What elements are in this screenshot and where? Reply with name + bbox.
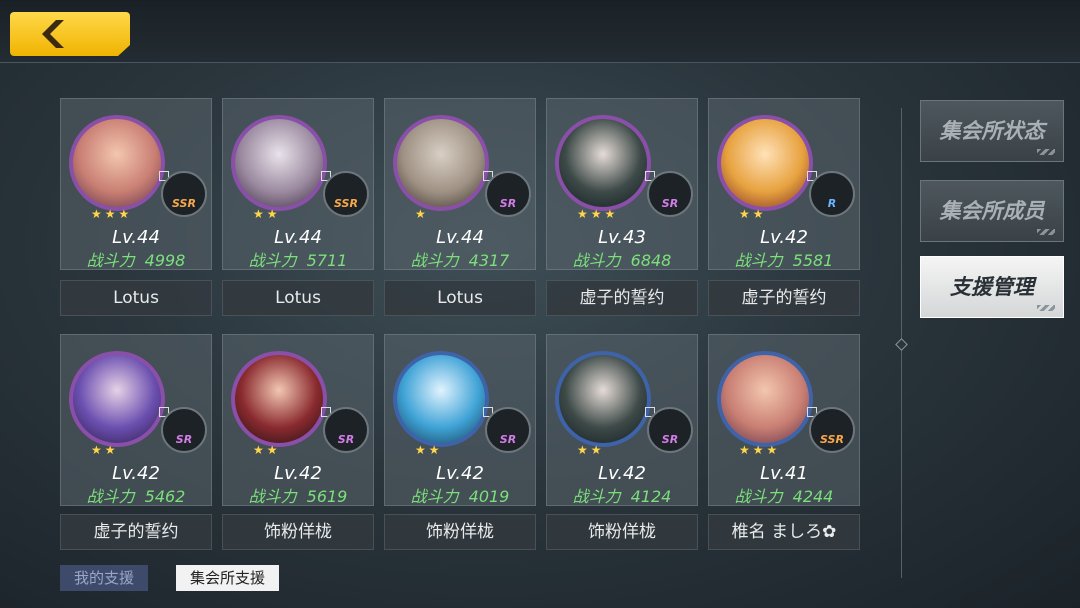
support-grid: SSR ★★★ Lv.44 战斗力 4998 SSR ★★ Lv.44 战斗力 57… (60, 98, 860, 558)
level-label: Lv.44 (112, 227, 160, 248)
owner-name: 虚子的誓约 (708, 280, 860, 316)
star-rating: ★★ (415, 443, 443, 457)
avatar (231, 115, 327, 211)
chevron-left-icon (42, 20, 64, 48)
power-row: 战斗力 5581 (734, 251, 834, 270)
power-row: 战斗力 4317 (410, 251, 510, 270)
level-label: Lv.44 (436, 227, 484, 248)
level-label: Lv.42 (274, 463, 322, 484)
unit-card[interactable]: R ★★ Lv.42 战斗力 5581 (708, 98, 860, 270)
weapon-icon: SR (485, 407, 531, 453)
weapon-icon: R (809, 171, 855, 217)
weapon-icon: SR (323, 407, 369, 453)
owner-name: 饰粉佯栊 (384, 514, 536, 550)
star-rating: ★★★ (739, 443, 781, 457)
power-row: 战斗力 6848 (572, 251, 672, 270)
star-rating: ★ (415, 207, 429, 221)
level-label: Lv.41 (760, 463, 808, 484)
star-rating: ★★ (253, 207, 281, 221)
power-row: 战斗力 4019 (410, 487, 510, 506)
unit-card[interactable]: SR ★★★ Lv.43 战斗力 6848 (546, 98, 698, 270)
avatar (231, 351, 327, 447)
owner-name: Lotus (384, 280, 536, 316)
avatar (69, 351, 165, 447)
star-rating: ★★ (577, 443, 605, 457)
unit-card[interactable]: SR ★★ Lv.42 战斗力 4124 (546, 334, 698, 506)
top-bar (0, 0, 1080, 63)
owner-name: 椎名 ましろ✿ (708, 514, 860, 550)
my-support-tab[interactable]: 我的支援 (60, 565, 149, 591)
stripe-decoration (1037, 305, 1055, 311)
level-label: Lv.43 (598, 227, 646, 248)
power-row: 战斗力 5462 (86, 487, 186, 506)
weapon-icon: SR (161, 407, 207, 453)
owner-name: 虚子的誓约 (60, 514, 212, 550)
weapon-icon: SR (647, 171, 693, 217)
weapon-icon: SSR (161, 171, 207, 217)
avatar (393, 351, 489, 447)
star-rating: ★★ (253, 443, 281, 457)
star-rating: ★★ (91, 443, 119, 457)
avatar (717, 351, 813, 447)
stripe-decoration (1037, 229, 1055, 235)
support-management-tab[interactable]: 支援管理 (920, 256, 1064, 318)
hall-status-label: 集会所状态 (939, 119, 1045, 143)
unit-card[interactable]: SSR ★★ Lv.44 战斗力 5711 (222, 98, 374, 270)
support-management-label: 支援管理 (950, 275, 1034, 299)
level-label: Lv.42 (436, 463, 484, 484)
avatar (69, 115, 165, 211)
star-rating: ★★★ (577, 207, 619, 221)
power-row: 战斗力 5619 (248, 487, 348, 506)
unit-card[interactable]: SR ★★ Lv.42 战斗力 5462 (60, 334, 212, 506)
level-label: Lv.42 (760, 227, 808, 248)
level-label: Lv.42 (598, 463, 646, 484)
weapon-icon: SSR (323, 171, 369, 217)
owner-name: 虚子的誓约 (546, 280, 698, 316)
weapon-icon: SR (647, 407, 693, 453)
hall-status-tab[interactable]: 集会所状态 (920, 100, 1064, 162)
avatar (555, 351, 651, 447)
owner-name: Lotus (222, 280, 374, 316)
stripe-decoration (1037, 149, 1055, 155)
weapon-icon: SR (485, 171, 531, 217)
weapon-icon: SSR (809, 407, 855, 453)
hall-support-tab[interactable]: 集会所支援 (176, 565, 280, 591)
hall-members-label: 集会所成员 (939, 199, 1045, 223)
avatar (393, 115, 489, 211)
unit-card[interactable]: SSR ★★★ Lv.41 战斗力 4244 (708, 334, 860, 506)
hall-members-tab[interactable]: 集会所成员 (920, 180, 1064, 242)
power-row: 战斗力 4244 (734, 487, 834, 506)
owner-name: 饰粉佯栊 (546, 514, 698, 550)
unit-card[interactable]: SSR ★★★ Lv.44 战斗力 4998 (60, 98, 212, 270)
level-label: Lv.42 (112, 463, 160, 484)
level-label: Lv.44 (274, 227, 322, 248)
star-rating: ★★★ (91, 207, 133, 221)
back-button[interactable] (10, 12, 130, 56)
unit-card[interactable]: SR ★ Lv.44 战斗力 4317 (384, 98, 536, 270)
avatar (717, 115, 813, 211)
owner-name: 饰粉佯栊 (222, 514, 374, 550)
avatar (555, 115, 651, 211)
power-row: 战斗力 5711 (248, 251, 348, 270)
power-row: 战斗力 4124 (572, 487, 672, 506)
star-rating: ★★ (739, 207, 767, 221)
unit-card[interactable]: SR ★★ Lv.42 战斗力 5619 (222, 334, 374, 506)
power-row: 战斗力 4998 (86, 251, 186, 270)
owner-name: Lotus (60, 280, 212, 316)
divider-ornament (895, 338, 908, 351)
unit-card[interactable]: SR ★★ Lv.42 战斗力 4019 (384, 334, 536, 506)
